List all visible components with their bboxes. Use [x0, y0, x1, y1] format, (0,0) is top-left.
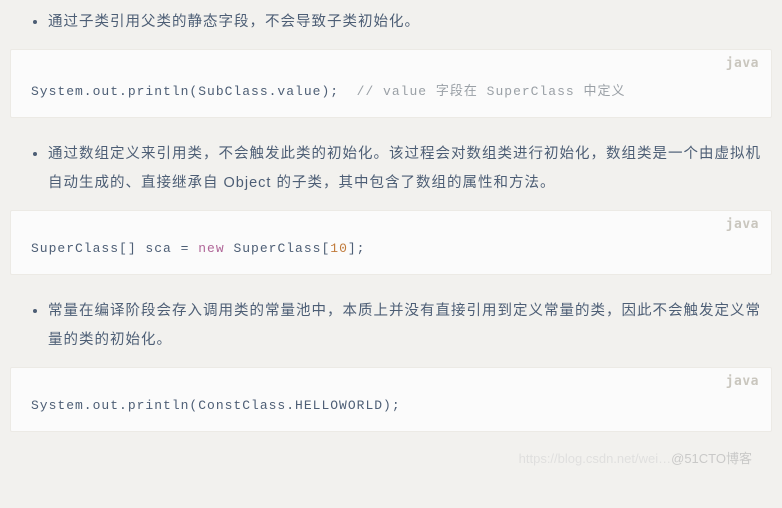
watermark-faint: https://blog.csdn.net/wei… [519, 451, 671, 466]
watermark: https://blog.csdn.net/wei…@51CTO博客 [10, 448, 772, 467]
watermark-main: @51CTO博客 [671, 451, 752, 466]
code-block: java System.out.println(SubClass.value);… [10, 49, 772, 118]
code-lang-tag: java [726, 56, 759, 71]
code-pre: System.out.println(SubClass.value); // v… [31, 80, 751, 99]
code-pre: System.out.println(ConstClass.HELLOWORLD… [31, 398, 751, 413]
code-lang-tag: java [726, 374, 759, 389]
bullet-item: 常量在编译阶段会存入调用类的常量池中，本质上并没有直接引用到定义常量的类，因此不… [48, 297, 772, 355]
bullet-list: 通过数组定义来引用类，不会触发此类的初始化。该过程会对数组类进行初始化，数组类是… [10, 140, 772, 198]
bullet-item: 通过子类引用父类的静态字段，不会导致子类初始化。 [48, 8, 772, 37]
code-content: System.out.println(SubClass.value); // v… [31, 84, 625, 99]
code-lang-tag: java [726, 217, 759, 232]
code-block: java SuperClass[] sca = new SuperClass[1… [10, 210, 772, 275]
code-content: System.out.println(ConstClass.HELLOWORLD… [31, 398, 401, 413]
bullet-item: 通过数组定义来引用类，不会触发此类的初始化。该过程会对数组类进行初始化，数组类是… [48, 140, 772, 198]
code-content: SuperClass[] sca = new SuperClass[10]; [31, 241, 365, 256]
code-pre: SuperClass[] sca = new SuperClass[10]; [31, 241, 751, 256]
bullet-list: 常量在编译阶段会存入调用类的常量池中，本质上并没有直接引用到定义常量的类，因此不… [10, 297, 772, 355]
bullet-list: 通过子类引用父类的静态字段，不会导致子类初始化。 [10, 8, 772, 37]
code-block: java System.out.println(ConstClass.HELLO… [10, 367, 772, 432]
